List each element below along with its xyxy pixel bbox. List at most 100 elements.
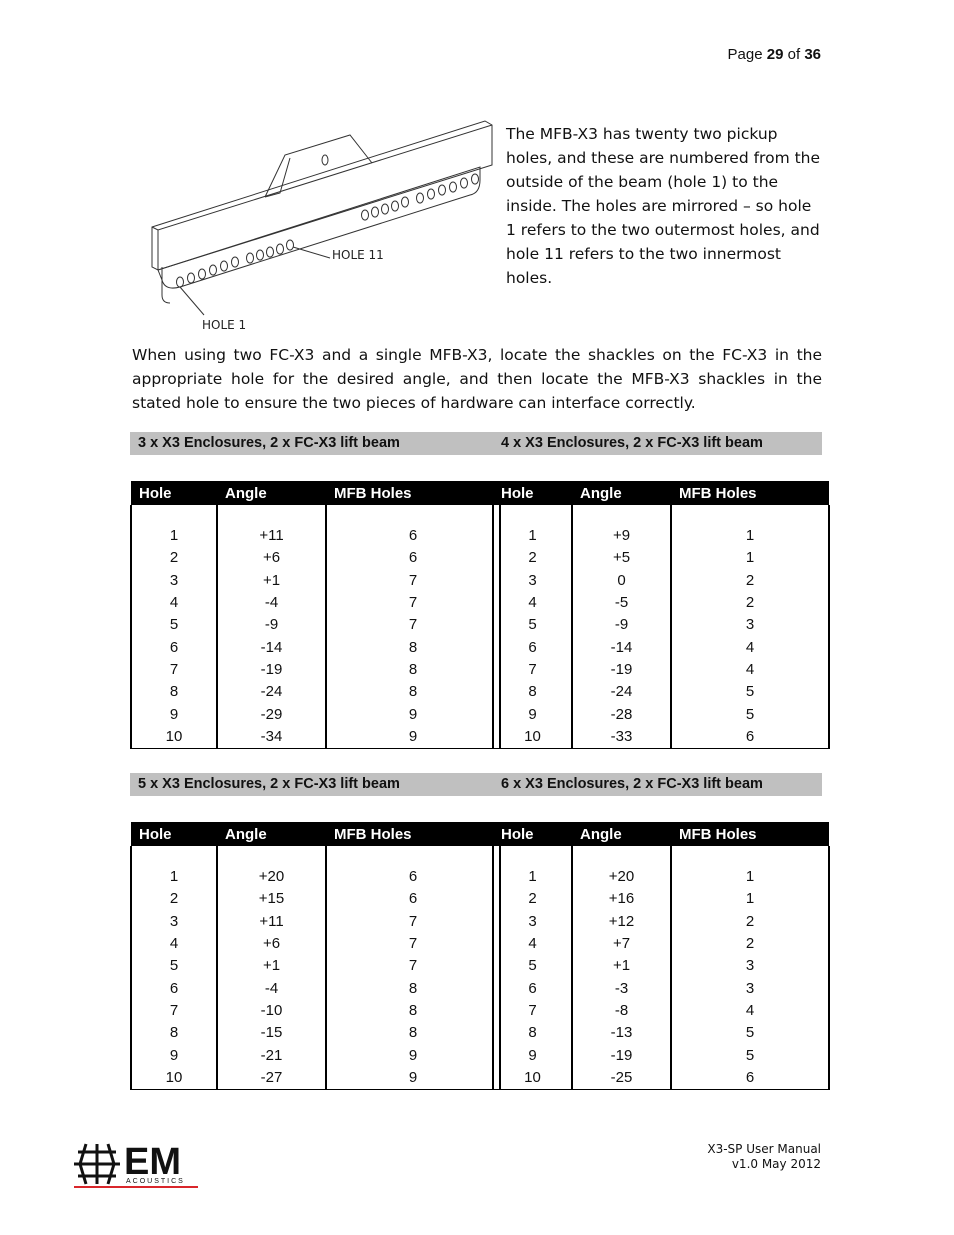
table-cell: 5: [492, 614, 573, 637]
table-cell: 9: [492, 703, 573, 726]
table-cell: 10: [492, 725, 573, 749]
table-cell: -4: [216, 591, 327, 615]
table-cell: 4: [670, 999, 830, 1023]
table-title: 5 x X3 Enclosures, 2 x FC-X3 lift beam: [138, 776, 400, 792]
table-cell: 3: [492, 569, 573, 592]
table-cell: 9: [130, 703, 218, 726]
table-cell: 4: [670, 658, 830, 682]
table-cell: 6: [130, 636, 218, 659]
table-row: 6 -3 3: [492, 977, 830, 1000]
table-row: 3 +11 7: [130, 910, 501, 933]
table-cell: 0: [571, 569, 672, 592]
table-row: 9 -28 5: [492, 703, 830, 726]
table-cell: 7: [325, 591, 501, 615]
table-row: 10 -34 9: [130, 725, 501, 749]
page-number: Page 29 of 36: [727, 46, 821, 63]
table-cell: -4: [216, 977, 327, 1000]
table-cell: 8: [325, 636, 501, 659]
table-cell: 1: [130, 525, 218, 548]
table-cell: 8: [325, 999, 501, 1023]
table-row: 5 +1 7: [130, 955, 501, 978]
table-cell: -24: [216, 681, 327, 704]
table-row: 5 -9 3: [492, 614, 830, 637]
table-cell: 1: [670, 888, 830, 911]
section-band-1: 3 x X3 Enclosures, 2 x FC-X3 lift beam 4…: [130, 432, 822, 455]
table-row: 7 -19 8: [130, 658, 501, 682]
table-cell: 3: [670, 614, 830, 637]
footer-info: X3-SP User Manual v1.0 May 2012: [707, 1142, 821, 1172]
table-cell: 4: [492, 932, 573, 956]
table-cell: 8: [130, 681, 218, 704]
table-row: 1 +20 1: [492, 866, 830, 889]
table-cell: 5: [670, 681, 830, 704]
logo-subtext: ACOUSTICS: [126, 1178, 185, 1185]
table-cell: 10: [492, 1066, 573, 1090]
label-hole-11: HOLE 11: [332, 248, 384, 262]
table-row: 2 +15 6: [130, 888, 501, 911]
table-row: 5 -9 7: [130, 614, 501, 637]
table-cell: 8: [325, 977, 501, 1000]
table-cell: 2: [670, 569, 830, 592]
table-row: 2 +16 1: [492, 888, 830, 911]
table-cell: 8: [325, 681, 501, 704]
column-header: Angle: [572, 822, 671, 846]
table-row: 7 -19 4: [492, 658, 830, 682]
hole-table: Hole Angle MFB Holes 1 +20 1 2 +16 1 3 +12 2 4 +7 2 5 +1…: [492, 822, 830, 1090]
table-cell: 5: [130, 955, 218, 978]
table-cell: +20: [216, 866, 327, 889]
table-row: 2 +6 6: [130, 547, 501, 570]
table-cell: 10: [130, 725, 218, 749]
manual-version: v1.0 May 2012: [731, 1157, 821, 1171]
table-cell: -5: [571, 591, 672, 615]
table-cell: 7: [130, 658, 218, 682]
table-cell: 2: [130, 888, 218, 911]
hole-table: Hole Angle MFB Holes 1 +11 6 2 +6 6 3 +1 7 4 -4 7 5 -9 7 6…: [130, 481, 501, 749]
table-row: 8 -13 5: [492, 1022, 830, 1045]
table-cell: 2: [492, 888, 573, 911]
table-cell: 2: [670, 910, 830, 933]
table-cell: +11: [216, 525, 327, 548]
table-row: 4 +6 7: [130, 932, 501, 956]
table-cell: 6: [130, 977, 218, 1000]
table-cell: 6: [325, 547, 501, 570]
table-cell: 2: [130, 547, 218, 570]
table-row: 4 -4 7: [130, 591, 501, 615]
table-row: 302: [492, 569, 830, 592]
table-cell: +6: [216, 932, 327, 956]
table-cell: 2: [670, 932, 830, 956]
table-header-row: Hole Angle MFB Holes: [131, 481, 500, 505]
table-row: 10 -33 6: [492, 725, 830, 749]
table-cell: 6: [492, 636, 573, 659]
table-cell: +16: [571, 888, 672, 911]
table-cell: +9: [571, 525, 672, 548]
table-row: 6 -14 8: [130, 636, 501, 659]
table-row: 7 -10 8: [130, 999, 501, 1023]
table-cell: 7: [325, 955, 501, 978]
table-title: 6 x X3 Enclosures, 2 x FC-X3 lift beam: [501, 776, 763, 792]
table-row: 9 -19 5: [492, 1044, 830, 1067]
intro-text: The MFB-X3 has twenty two pickup holes, …: [506, 125, 821, 287]
table-cell: -24: [571, 681, 672, 704]
table-cell: +1: [216, 569, 327, 592]
table-row: 4 +7 2: [492, 932, 830, 956]
mfb-x3-beam-illustration: HOLE 11 HOLE 1: [151, 120, 493, 332]
table-cell: -27: [216, 1066, 327, 1090]
manual-name: X3-SP User Manual: [707, 1142, 821, 1156]
table-row: 10 -25 6: [492, 1066, 830, 1090]
logo-text: EM: [124, 1141, 181, 1183]
table-cell: 1: [492, 525, 573, 548]
table-cell: 9: [130, 1044, 218, 1067]
table-cell: 3: [670, 955, 830, 978]
table-cell: 6: [325, 866, 501, 889]
table-row: 1 +20 6: [130, 866, 501, 889]
table-row: 6 -14 4: [492, 636, 830, 659]
table-cell: -9: [571, 614, 672, 637]
table-cell: 7: [325, 910, 501, 933]
table-cell: 8: [492, 681, 573, 704]
table-cell: +12: [571, 910, 672, 933]
table-cell: -28: [571, 703, 672, 726]
table-cell: +11: [216, 910, 327, 933]
column-header: MFB Holes: [326, 481, 500, 505]
table-cell: 7: [492, 999, 573, 1023]
column-header: Hole: [493, 822, 572, 846]
